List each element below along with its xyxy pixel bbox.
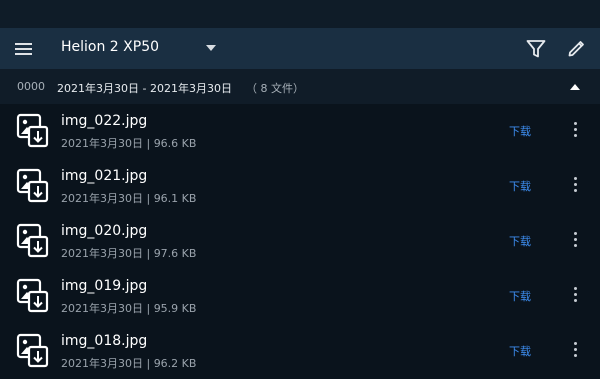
file-name: img_019.jpg xyxy=(61,278,148,294)
file-list: img_022.jpg 2021年3月30日 | 96.6 KB 下载 img_… xyxy=(0,104,600,379)
app-bar: Helion 2 XP50 xyxy=(0,28,600,69)
group-header[interactable]: 0000 2021年3月30日 - 2021年3月30日 （ 8 文件） xyxy=(0,69,600,104)
file-meta: 2021年3月30日 | 96.6 KB xyxy=(61,137,197,150)
list-item[interactable]: img_022.jpg 2021年3月30日 | 96.6 KB 下载 xyxy=(0,104,600,159)
list-item[interactable]: img_021.jpg 2021年3月30日 | 96.1 KB 下载 xyxy=(0,159,600,214)
download-button[interactable]: 下载 xyxy=(509,288,531,304)
dropdown-icon[interactable] xyxy=(206,45,216,51)
pencil-icon[interactable] xyxy=(566,37,588,59)
device-selector-label[interactable]: Helion 2 XP50 xyxy=(61,39,159,55)
file-name: img_022.jpg xyxy=(61,113,148,129)
file-meta: 2021年3月30日 | 97.6 KB xyxy=(61,247,197,260)
image-download-icon xyxy=(16,278,50,314)
status-bar xyxy=(0,0,600,28)
download-button[interactable]: 下载 xyxy=(509,123,531,139)
more-options-icon[interactable] xyxy=(566,176,584,194)
more-options-icon[interactable] xyxy=(566,121,584,139)
group-id: 0000 xyxy=(17,80,45,93)
group-date-range: 2021年3月30日 - 2021年3月30日 xyxy=(57,82,232,95)
list-item[interactable]: img_019.jpg 2021年3月30日 | 95.9 KB 下载 xyxy=(0,269,600,324)
file-name: img_018.jpg xyxy=(61,333,148,349)
more-options-icon[interactable] xyxy=(566,341,584,359)
collapse-icon[interactable] xyxy=(570,84,580,90)
file-meta: 2021年3月30日 | 96.2 KB xyxy=(61,357,197,370)
image-download-icon xyxy=(16,168,50,204)
file-meta: 2021年3月30日 | 96.1 KB xyxy=(61,192,197,205)
image-download-icon xyxy=(16,333,50,369)
file-meta: 2021年3月30日 | 95.9 KB xyxy=(61,302,197,315)
list-item[interactable]: img_020.jpg 2021年3月30日 | 97.6 KB 下载 xyxy=(0,214,600,269)
download-button[interactable]: 下载 xyxy=(509,343,531,359)
download-button[interactable]: 下载 xyxy=(509,178,531,194)
image-download-icon xyxy=(16,223,50,259)
file-name: img_020.jpg xyxy=(61,223,148,239)
download-button[interactable]: 下载 xyxy=(509,233,531,249)
filter-icon[interactable] xyxy=(525,38,547,60)
more-options-icon[interactable] xyxy=(566,231,584,249)
file-name: img_021.jpg xyxy=(61,168,148,184)
more-options-icon[interactable] xyxy=(566,286,584,304)
group-file-count: （ 8 文件） xyxy=(246,82,304,95)
image-download-icon xyxy=(16,113,50,149)
list-item[interactable]: img_018.jpg 2021年3月30日 | 96.2 KB 下载 xyxy=(0,324,600,379)
menu-icon[interactable] xyxy=(13,39,35,59)
